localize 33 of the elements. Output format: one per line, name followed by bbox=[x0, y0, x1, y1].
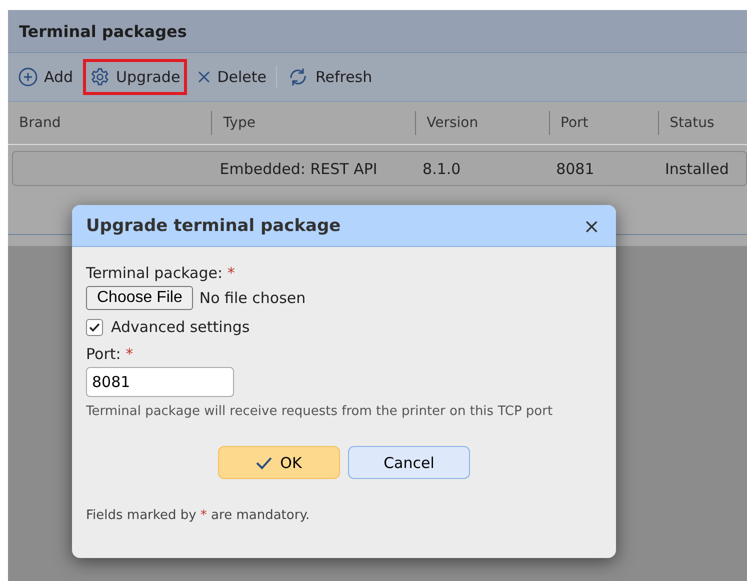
close-icon bbox=[197, 70, 212, 84]
table-cell-text: 8.1.0 bbox=[422, 160, 462, 178]
close-button[interactable]: × bbox=[581, 214, 602, 238]
checkbox[interactable] bbox=[86, 318, 103, 336]
plus-circle-icon bbox=[18, 67, 38, 87]
table-cell-text: 8081 bbox=[555, 160, 596, 178]
toolbar-button[interactable]: Add bbox=[12, 60, 80, 94]
port-field[interactable]: 8081 bbox=[86, 367, 234, 397]
column-header[interactable]: Version bbox=[414, 111, 549, 135]
table-row[interactable]: Embedded: REST API 8.1.0 8081 Installed bbox=[12, 151, 747, 186]
mandatory-note: Fields marked by * are mandatory. bbox=[86, 508, 310, 523]
ok-button[interactable]: OK bbox=[218, 446, 340, 479]
table-cell-text: Embedded: REST API bbox=[218, 160, 378, 178]
checkbox-label: Advanced settings bbox=[111, 318, 250, 336]
cancel-button[interactable]: Cancel bbox=[348, 446, 470, 479]
column-header[interactable]: Status bbox=[658, 111, 747, 135]
toolbar-button[interactable]: Delete bbox=[191, 61, 272, 93]
table-cell-text: Installed bbox=[664, 160, 730, 178]
check-icon bbox=[256, 456, 272, 470]
field-label: Port: * bbox=[86, 345, 134, 363]
dialog-title: Upgrade terminal package bbox=[86, 216, 341, 236]
hint-text: Terminal package will receive requests from the printer on this TCP port bbox=[86, 404, 553, 419]
choose-file-button[interactable]: Choose File bbox=[86, 286, 194, 310]
check-icon bbox=[89, 322, 100, 332]
gear-icon bbox=[90, 67, 110, 87]
column-header[interactable]: Type bbox=[211, 111, 415, 135]
column-header[interactable]: Port bbox=[548, 111, 658, 135]
field-label: Terminal package: * bbox=[86, 264, 235, 282]
file-status: No file chosen bbox=[199, 289, 306, 307]
toolbar-button[interactable]: Upgrade bbox=[83, 59, 188, 95]
panel-title: Terminal packages bbox=[19, 22, 187, 40]
toolbar-button[interactable]: Refresh bbox=[281, 59, 378, 95]
column-header[interactable]: Brand bbox=[8, 111, 212, 135]
